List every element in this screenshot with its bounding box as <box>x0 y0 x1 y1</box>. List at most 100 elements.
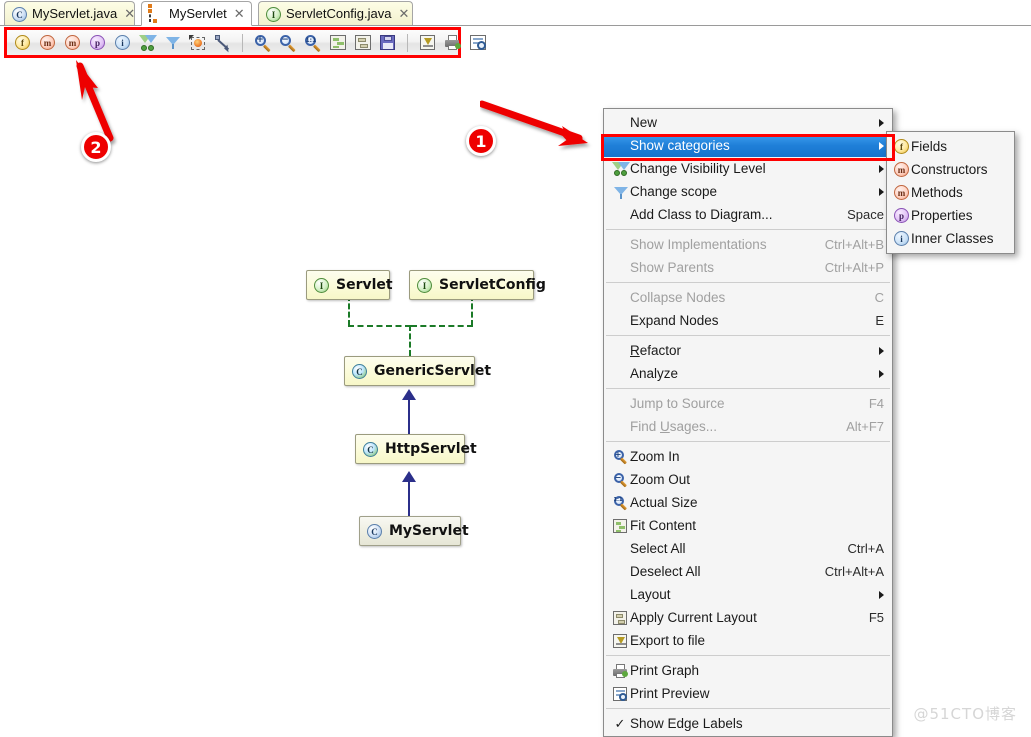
menu-item-label: Zoom In <box>630 449 680 464</box>
menu-item-change-scope[interactable]: Change scope <box>604 180 892 203</box>
fit-content-icon <box>610 518 630 533</box>
menu-item-label: Actual Size <box>630 495 698 510</box>
diagram-node-servlet[interactable]: I Servlet <box>306 270 393 300</box>
zoom-out-icon[interactable]: − <box>275 31 300 55</box>
menu-item-shortcut: Ctrl+Alt+A <box>824 564 884 579</box>
actual-size-icon[interactable]: 1:1 <box>300 31 325 55</box>
submenu-item-label: Inner Classes <box>911 231 994 246</box>
menu-item-zoom-in[interactable]: + Zoom In <box>604 445 892 468</box>
checkmark-icon: ✓ <box>610 716 630 732</box>
tab-label: ServletConfig.java <box>286 6 392 21</box>
menu-item-add-class-to-diagram[interactable]: Add Class to Diagram... Space <box>604 203 892 226</box>
checkmark-icon: ✓ <box>614 715 626 731</box>
menu-item-show-implementations: Show Implementations Ctrl+Alt+B <box>604 233 892 256</box>
show-dependencies-icon[interactable] <box>185 31 210 55</box>
print-preview-icon[interactable] <box>465 31 490 55</box>
tab-close-icon[interactable]: ✕ <box>122 7 137 20</box>
field-icon: f <box>892 139 911 154</box>
tab-label: MyServlet <box>169 6 227 21</box>
menu-item-analyze[interactable]: Analyze <box>604 362 892 385</box>
change-visibility-level-icon[interactable] <box>135 31 160 55</box>
inner-class-icon: i <box>894 231 909 246</box>
submenu-item-label: Methods <box>911 185 963 200</box>
tab-myservlet-java[interactable]: C MyServlet.java ✕ <box>4 1 135 25</box>
printer-icon <box>612 663 628 678</box>
menu-item-deselect-all[interactable]: Deselect All Ctrl+Alt+A <box>604 560 892 583</box>
menu-item-label: Select All <box>630 541 686 556</box>
tab-myservlet-diagram[interactable]: MyServlet ✕ <box>141 1 252 26</box>
menu-item-actual-size[interactable]: 1:1 Actual Size <box>604 491 892 514</box>
show-constructors-icon[interactable]: m <box>35 31 60 55</box>
menu-item-shortcut: F4 <box>868 396 884 411</box>
submenu-item-fields[interactable]: f Fields <box>887 135 1014 158</box>
submenu-arrow-icon <box>879 369 884 378</box>
show-categories-submenu[interactable]: f Fields m Constructors m Methods p Properties i… <box>886 131 1015 254</box>
export-to-file-icon[interactable] <box>415 31 440 55</box>
menu-item-label: Export to file <box>630 633 706 648</box>
constructor-icon: m <box>894 162 909 177</box>
visibility-level-icon <box>612 161 630 176</box>
menu-item-label: Refactor <box>630 343 682 358</box>
print-graph-icon[interactable] <box>440 31 465 55</box>
menu-item-label: Change scope <box>630 184 718 199</box>
property-icon: p <box>892 208 911 223</box>
menu-item-shortcut: Alt+F7 <box>846 419 884 434</box>
submenu-arrow-icon <box>879 141 884 150</box>
submenu-arrow-icon <box>879 346 884 355</box>
annotation-badge-1: 1 <box>466 126 496 156</box>
menu-item-print-preview[interactable]: Print Preview <box>604 682 892 705</box>
menu-item-export-to-file[interactable]: Export to file <box>604 629 892 652</box>
submenu-item-properties[interactable]: p Properties <box>887 204 1014 227</box>
menu-item-shortcut: C <box>874 290 884 305</box>
submenu-item-methods[interactable]: m Methods <box>887 181 1014 204</box>
tab-close-icon[interactable]: ✕ <box>397 7 412 20</box>
zoom-in-icon[interactable]: + <box>250 31 275 55</box>
tab-servletconfig-java[interactable]: I ServletConfig.java ✕ <box>258 1 413 25</box>
apply-current-layout-icon[interactable] <box>350 31 375 55</box>
menu-item-label: Find Usages... <box>630 419 718 434</box>
node-label: Servlet <box>336 277 393 293</box>
diagram-node-servletconfig[interactable]: I ServletConfig <box>409 270 546 300</box>
menu-item-label: Layout <box>630 587 671 602</box>
tab-close-icon[interactable]: ✕ <box>232 7 247 20</box>
diagram-node-genericservlet[interactable]: C GenericServlet <box>344 356 491 386</box>
export-icon <box>610 633 630 648</box>
menu-item-fit-content[interactable]: Fit Content <box>604 514 892 537</box>
inheritance-arrow-httpservlet <box>402 471 416 482</box>
zoom-out-icon: − <box>613 472 628 488</box>
menu-item-show-categories[interactable]: Show categories <box>604 134 892 157</box>
submenu-item-constructors[interactable]: m Constructors <box>887 158 1014 181</box>
abstract-class-icon: C <box>363 441 378 458</box>
change-scope-icon[interactable] <box>160 31 185 55</box>
menu-item-label: Jump to Source <box>630 396 725 411</box>
toolbar-separator <box>407 33 408 52</box>
fit-content-icon <box>613 518 627 533</box>
menu-item-apply-current-layout[interactable]: Apply Current Layout F5 <box>604 606 892 629</box>
apply-layout-icon <box>613 610 627 625</box>
menu-item-change-visibility-level[interactable]: Change Visibility Level <box>604 157 892 180</box>
submenu-item-inner-classes[interactable]: i Inner Classes <box>887 227 1014 250</box>
save-icon[interactable] <box>375 31 400 55</box>
diagram-node-httpservlet[interactable]: C HttpServlet <box>355 434 477 464</box>
show-properties-icon[interactable]: p <box>85 31 110 55</box>
menu-item-zoom-out[interactable]: − Zoom Out <box>604 468 892 491</box>
diagram-context-menu[interactable]: New Show categories Change Visibility Leve… <box>603 108 893 737</box>
edge-genericservlet-servletconfig-h <box>411 325 473 327</box>
menu-item-new[interactable]: New <box>604 111 892 134</box>
menu-separator <box>606 282 890 283</box>
interface-icon: I <box>266 6 282 22</box>
show-methods-icon[interactable]: m <box>60 31 85 55</box>
show-edges-icon[interactable] <box>210 31 235 55</box>
menu-item-print-graph[interactable]: Print Graph <box>604 659 892 682</box>
menu-item-refactor[interactable]: Refactor <box>604 339 892 362</box>
show-inner-classes-icon[interactable]: i <box>110 31 135 55</box>
show-fields-icon[interactable]: f <box>10 31 35 55</box>
menu-item-layout[interactable]: Layout <box>604 583 892 606</box>
diagram-node-myservlet[interactable]: C MyServlet <box>359 516 469 546</box>
fit-content-icon[interactable] <box>325 31 350 55</box>
submenu-arrow-icon <box>879 118 884 127</box>
menu-item-expand-nodes[interactable]: Expand Nodes E <box>604 309 892 332</box>
menu-item-show-edge-labels[interactable]: ✓ Show Edge Labels <box>604 712 892 735</box>
menu-item-select-all[interactable]: Select All Ctrl+A <box>604 537 892 560</box>
annotation-badge-2: 2 <box>81 132 111 162</box>
